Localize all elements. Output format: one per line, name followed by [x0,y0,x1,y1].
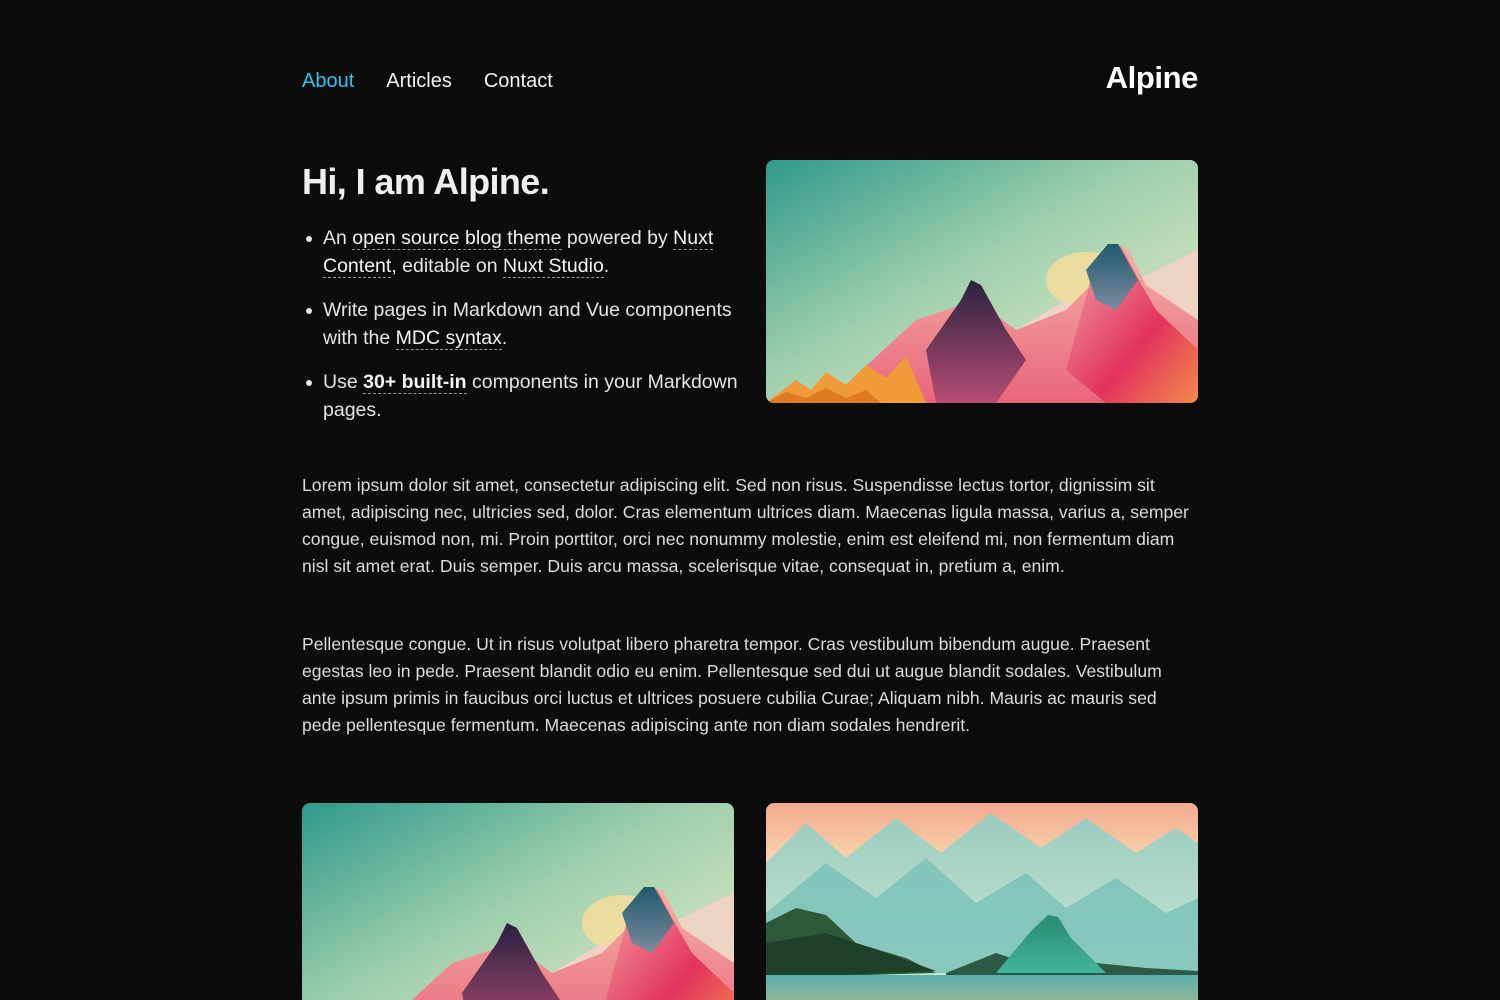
nav-link-about[interactable]: About [302,66,354,96]
gallery-image-mountains [302,803,734,1000]
list-item-text: powered by [561,227,674,249]
list-item-text: , editable on [391,255,503,277]
page: About Articles Contact Alpine Hi, I am A… [0,0,1500,1000]
list-item-text: . [501,327,508,349]
nav-link-articles[interactable]: Articles [386,66,452,96]
list-item-text: Use [323,371,364,393]
list-item-text: . [603,255,610,277]
list-item: Use 30+ built-in components in your Mark… [302,368,742,424]
list-item: An open source blog theme powered by Nux… [302,224,742,280]
hero-image [766,160,1198,403]
body-paragraph-1: Lorem ipsum dolor sit amet, consectetur … [302,475,1189,576]
nav-link-contact[interactable]: Contact [484,66,553,96]
mdc-syntax-link[interactable]: MDC syntax [395,327,502,350]
open-source-link[interactable]: open source blog theme [352,227,562,250]
gallery-image-lake [766,803,1198,1000]
page-title: Hi, I am Alpine. [302,161,550,202]
body-paragraph-2: Pellentesque congue. Ut in risus volutpa… [302,634,1162,735]
main-nav: About Articles Contact [302,66,553,96]
list-item-text: An [323,227,353,249]
list-item-text: Write pages in Markdown and Vue componen… [323,299,732,349]
built-in-components-link[interactable]: 30+ built-in [363,371,467,394]
feature-list: An open source blog theme powered by Nux… [302,224,742,440]
site-logo[interactable]: Alpine [1106,58,1199,98]
nuxt-studio-link[interactable]: Nuxt Studio [502,255,604,278]
list-item: Write pages in Markdown and Vue componen… [302,296,742,352]
